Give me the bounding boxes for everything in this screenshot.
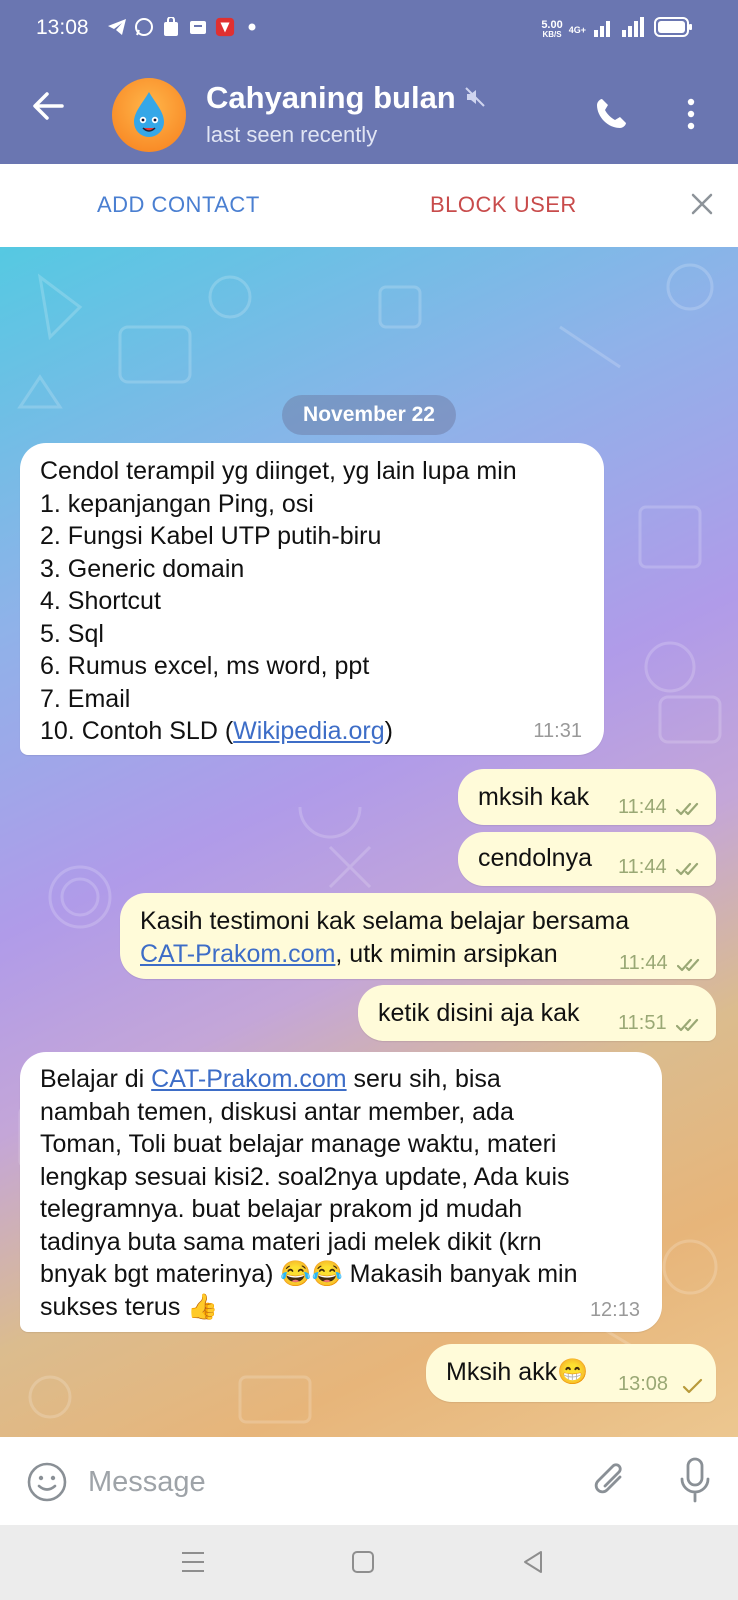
recent-apps-icon[interactable] [180,1549,206,1580]
microphone-icon[interactable] [678,1457,712,1510]
message-time: 11:51 [618,1012,667,1034]
home-icon[interactable] [350,1549,376,1580]
contact-name[interactable]: Cahyaning bulan [206,80,486,116]
incoming-message[interactable]: Cendol terampil yg diinget, yg lain lupa… [20,443,604,755]
app-notification-icon [188,17,208,37]
add-contact-button[interactable]: ADD CONTACT [97,192,260,218]
contact-name-text: Cahyaning bulan [206,80,456,115]
chat-header: Cahyaning bulan last seen recently [0,58,738,164]
outgoing-message[interactable]: mksih kak 11:44 [458,769,716,825]
outgoing-message[interactable]: Kasih testimoni kak selama belajar bersa… [120,893,716,979]
message-composer [0,1437,738,1525]
nav-back-icon[interactable] [520,1549,546,1580]
last-seen-status: last seen recently [206,122,378,147]
message-line: 10. Contoh SLD (Wikipedia.org) [40,715,590,748]
speed-value: 5.00 [541,18,563,31]
more-options-icon[interactable] [686,96,696,137]
system-navigation-bar [0,1525,738,1600]
message-line: sukses terus 👍 [40,1292,219,1321]
telegram-notification-icon [107,17,127,37]
more-notifications-dot-icon [242,17,262,37]
text-segment: seru sih, bisa [346,1065,501,1093]
message-line: lengkap sesuai kisi2. soal2nya update, A… [40,1162,570,1191]
sent-check-icon [682,1370,704,1403]
message-line: 5. Sql [40,619,104,648]
message-line: 7. Email [40,684,131,713]
text-segment: Belajar di [40,1065,152,1093]
text-segment: , utk mimin arsipkan [335,939,558,968]
chat-area[interactable]: November 22 Cendol terampil yg diinget, … [0,247,738,1437]
cat-prakom-link[interactable]: CAT-Prakom.com [140,940,335,968]
message-line: tadinya buta sama materi jadi melek diki… [40,1227,542,1256]
text-segment: 10. Contoh SLD ( [40,717,234,745]
read-double-check-icon [675,793,706,826]
incoming-message[interactable]: Belajar di CAT-Prakom.com seru sih, bisa… [20,1052,662,1332]
outgoing-message[interactable]: Mksih akk😁 13:08 [426,1344,716,1402]
date-separator: November 22 [282,395,456,435]
message-line: Cendol terampil yg diinget, yg lain lupa… [40,457,517,485]
attachment-icon[interactable] [590,1459,630,1508]
back-arrow-icon[interactable] [30,88,66,129]
cat-prakom-link[interactable]: CAT-Prakom.com [151,1065,346,1093]
message-text: mksih kak [478,783,590,811]
whatsapp-notification-icon [134,17,154,37]
muted-icon [464,80,486,116]
message-time: 11:44 [618,856,667,878]
message-time: 13:08 [618,1373,669,1395]
wikipedia-link[interactable]: Wikipedia.org [233,717,384,745]
notification-icons [107,17,262,37]
shopping-bag-icon [161,17,181,37]
message-line: nambah temen, diskusi antar member, ada [40,1097,514,1126]
status-bar: 13:08 5.00 KB/S 4G+ [0,0,738,58]
message-line: 6. Rumus excel, ms word, ppt [40,652,370,680]
message-line: telegramnya. buat belajar prakom jd muda… [40,1195,523,1223]
block-user-button[interactable]: BLOCK USER [430,192,577,218]
message-line: Belajar di CAT-Prakom.com seru sih, bisa [40,1063,660,1096]
status-time: 13:08 [36,16,89,39]
message-text: ketik disini aja kak [378,999,580,1027]
phone-icon[interactable] [593,96,629,137]
message-line: 3. Generic domain [40,554,245,583]
network-speed: 5.00 KB/S [541,18,563,40]
message-line: 4. Shortcut [40,587,161,615]
signal-icon [592,16,648,43]
read-double-check-icon [675,853,706,886]
read-double-check-icon [675,1009,706,1042]
message-time: 11:31 [533,719,582,742]
speed-unit: KB/S [542,29,562,39]
message-time: 12:13 [589,1298,640,1321]
network-type: 4G+ [568,24,586,35]
system-status: 5.00 KB/S 4G+ [541,16,694,43]
outgoing-message[interactable]: cendolnya 11:44 [458,832,716,886]
emoji-icon[interactable] [26,1461,68,1508]
action-bar: ADD CONTACT BLOCK USER [0,164,738,248]
message-text: cendolnya [478,844,592,872]
close-icon[interactable] [690,192,714,221]
message-input[interactable] [86,1451,560,1513]
message-line: Toman, Toli buat belajar manage waktu, m… [40,1130,557,1158]
message-line: bnyak bgt materinya) 😂😂 Makasih banyak m… [40,1260,578,1288]
read-double-check-icon [676,949,707,982]
text-segment: ) [384,717,393,745]
message-line: 1. kepanjangan Ping, osi [40,489,314,518]
outgoing-message[interactable]: ketik disini aja kak 11:51 [358,985,716,1041]
message-line: 2. Fungsi Kabel UTP putih-biru [40,522,382,550]
battery-icon [654,16,694,43]
message-time: 11:44 [619,952,668,974]
avatar[interactable] [112,78,186,152]
message-time: 11:44 [618,796,667,818]
red-app-icon [215,17,235,37]
message-line: Kasih testimoni kak selama belajar bersa… [140,907,630,935]
message-text: Mksih akk😁 [446,1358,589,1386]
